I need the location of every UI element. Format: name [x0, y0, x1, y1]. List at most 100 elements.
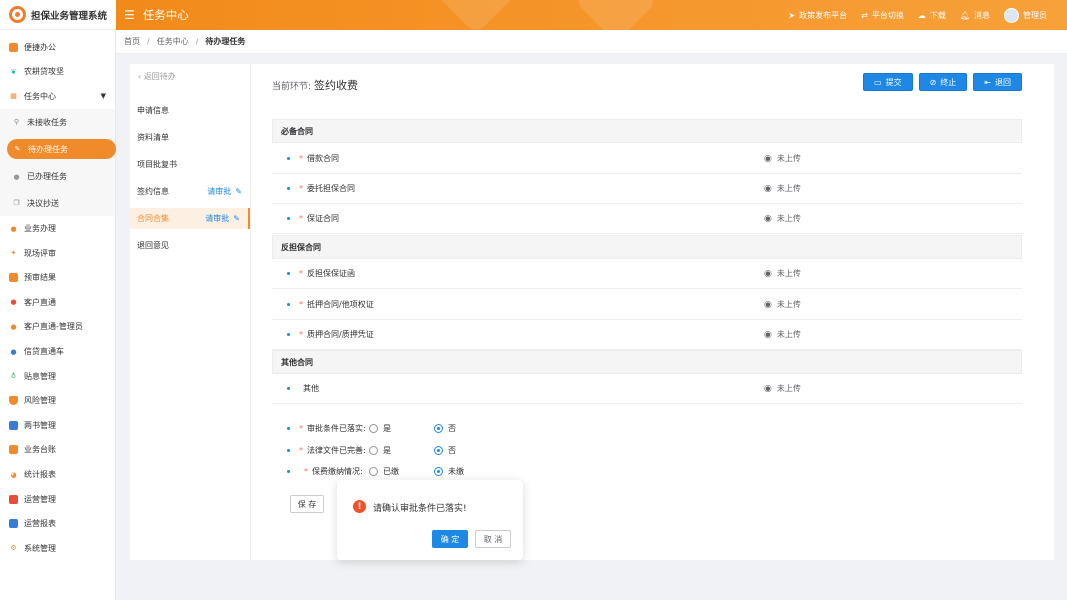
doc-status[interactable]: ◉ 未上传	[764, 383, 801, 394]
sidebar-item-label: 未接收任务	[27, 117, 67, 127]
step-signing-info[interactable]: 签约信息 请审批 ✎	[130, 181, 250, 202]
radio-button	[369, 466, 378, 476]
ban-icon: ⊘	[929, 77, 937, 87]
radio-no[interactable]: 否	[434, 445, 456, 456]
step-contract-collection[interactable]: 合同合集 请审批 ✎	[130, 208, 250, 229]
copy-icon: ❐	[13, 199, 20, 208]
bell-icon: 🔔︎	[959, 10, 970, 20]
sidebar-item-label: 决议抄送	[27, 198, 59, 208]
status-text: 未上传	[776, 330, 801, 339]
shield-icon	[9, 396, 18, 406]
sidebar-active-wrap: ✎ 待办理任务	[0, 135, 116, 164]
sidebar-item-two-books[interactable]: 两书管理	[0, 413, 115, 438]
sidebar-item-interest-subsidy[interactable]: ♁ 贴息管理	[0, 364, 115, 389]
user-icon: ●	[10, 224, 17, 233]
sidebar-item-credit-express[interactable]: ● 信贷直通车	[0, 339, 115, 364]
doc-status[interactable]: ◉ 未上传	[764, 153, 801, 164]
header-decoration	[573, 0, 659, 30]
breadcrumb-separator: /	[147, 37, 150, 46]
step-label: 签约信息	[137, 187, 169, 196]
sidebar-item-label: 任务中心	[24, 91, 56, 101]
step-project-approval[interactable]: 项目批复书	[130, 154, 250, 175]
doc-name: 质押合同/质押凭证	[307, 330, 374, 339]
sidebar-item-ops-report[interactable]: 运营报表	[0, 511, 115, 536]
radio-button	[369, 445, 378, 455]
condition-premium: * 保费缴纳情况: 已缴 未缴	[272, 462, 672, 480]
messages-link[interactable]: 🔔︎ 消息	[960, 10, 990, 21]
radio-paid[interactable]: 已缴	[369, 466, 434, 477]
status-text: 未上传	[776, 184, 801, 193]
step-application-info[interactable]: 申请信息	[130, 100, 250, 121]
sidebar-item-office[interactable]: 便捷办公	[0, 35, 115, 60]
bullet	[287, 303, 290, 306]
cancel-button[interactable]: 取 消	[475, 530, 511, 548]
doc-status[interactable]: ◉ 未上传	[764, 299, 801, 310]
sidebar-item-operations[interactable]: 运营管理	[0, 487, 115, 512]
back-link[interactable]: ‹ 返回待办	[138, 71, 176, 82]
sidebar-item-system[interactable]: ⚙ 系统管理	[0, 536, 115, 561]
popup-message: 请确认审批条件已落实!	[373, 504, 467, 514]
radio-yes[interactable]: 是	[369, 423, 434, 434]
caret-down-icon: ▼	[100, 92, 106, 101]
doc-status[interactable]: ◉ 未上传	[764, 268, 801, 279]
condition-approval: * 审批条件已落实: 是 否	[272, 419, 672, 437]
policy-platform-link[interactable]: ➤ 政策发布平台	[788, 10, 847, 21]
doc-status[interactable]: ◉ 未上传	[764, 213, 801, 224]
app-name: 担保业务管理系统	[31, 10, 108, 22]
bullet	[287, 157, 290, 160]
sidebar-item-ledger[interactable]: 业务台账	[0, 438, 115, 463]
doc-name: 其他	[303, 384, 319, 393]
breadcrumb-home[interactable]: 首页	[124, 36, 140, 47]
download-link[interactable]: ☁ 下载	[918, 10, 946, 21]
step-return-opinion[interactable]: 退回意见	[130, 235, 250, 256]
terminate-button[interactable]: ⊘ 终止	[918, 73, 968, 91]
sidebar-item-risk[interactable]: 风险管理	[0, 388, 115, 413]
doc-name: 借款合同	[307, 154, 339, 163]
radio-button	[369, 423, 378, 433]
sidebar-item-resolution-cc[interactable]: ❐ 决议抄送	[0, 189, 115, 217]
status-text: 未上传	[776, 269, 801, 278]
breadcrumb-task-center[interactable]: 任务中心	[157, 36, 189, 47]
header: ☰ 任务中心 ➤ 政策发布平台 ⇄ 平台切换 ☁ 下载 🔔︎ 消息 管理员	[116, 0, 1067, 30]
brand: 担保业务管理系统	[0, 0, 116, 30]
platform-switch-link[interactable]: ⇄ 平台切换	[861, 10, 904, 21]
eye-icon: ◉	[764, 268, 772, 279]
sidebar-item-pending[interactable]: ✎ 待办理任务	[7, 139, 116, 160]
sidebar-item-customer-direct-admin[interactable]: ● 客户直通-管理员	[0, 315, 115, 340]
radio-unpaid[interactable]: 未缴	[434, 466, 464, 477]
sidebar-item-customer-direct[interactable]: ● 客户直通	[0, 290, 115, 315]
bullet	[287, 426, 290, 430]
sidebar-item-unreceived[interactable]: ⚲ 未接收任务	[0, 108, 115, 136]
radio-label: 是	[383, 445, 391, 455]
radio-label: 未缴	[448, 466, 464, 476]
user-menu[interactable]: 管理员	[1004, 7, 1047, 23]
person-icon: ●	[10, 298, 17, 307]
sidebar-item-done[interactable]: ● 已办理任务	[0, 163, 115, 190]
radio-no[interactable]: 否	[434, 423, 456, 434]
return-button[interactable]: ⇤ 退回	[973, 73, 1022, 91]
submit-button[interactable]: ▭ 提交	[863, 73, 913, 91]
section-counter-guarantee: 反担保合同	[272, 235, 1022, 259]
sidebar-item-site-review[interactable]: ✦ 现场评审	[0, 241, 115, 266]
sidebar-item-task-center[interactable]: ▦ 任务中心 ▼	[0, 84, 115, 109]
policy-platform-label: 政策发布平台	[799, 10, 848, 20]
ops-icon	[9, 494, 18, 504]
required-mark: *	[299, 445, 303, 455]
sidebar-item-label: 系统管理	[24, 543, 56, 553]
condition-label: 审批条件已落实:	[307, 423, 366, 433]
radio-yes[interactable]: 是	[369, 445, 434, 456]
confirm-button[interactable]: 确 定	[432, 530, 468, 548]
doc-status[interactable]: ◉ 未上传	[764, 183, 801, 194]
breadcrumb-separator: /	[195, 37, 199, 46]
step-document-list[interactable]: 资料清单	[130, 127, 250, 148]
sidebar-item-stats[interactable]: ◕ 统计报表	[0, 462, 115, 487]
bullet	[287, 448, 290, 452]
save-button[interactable]: 保 存	[290, 495, 324, 513]
hamburger-icon[interactable]: ☰	[124, 8, 135, 22]
doc-status[interactable]: ◉ 未上传	[764, 329, 801, 340]
sidebar-item-prereview[interactable]: 预审结果	[0, 265, 115, 290]
breadcrumb-current: 待办理任务	[205, 37, 246, 46]
sidebar-item-farming-loan[interactable]: ❦ 农耕贷攻坚	[0, 60, 115, 85]
submit-label: 提交	[885, 77, 902, 87]
sidebar-item-business[interactable]: ● 业务办理	[0, 216, 115, 241]
